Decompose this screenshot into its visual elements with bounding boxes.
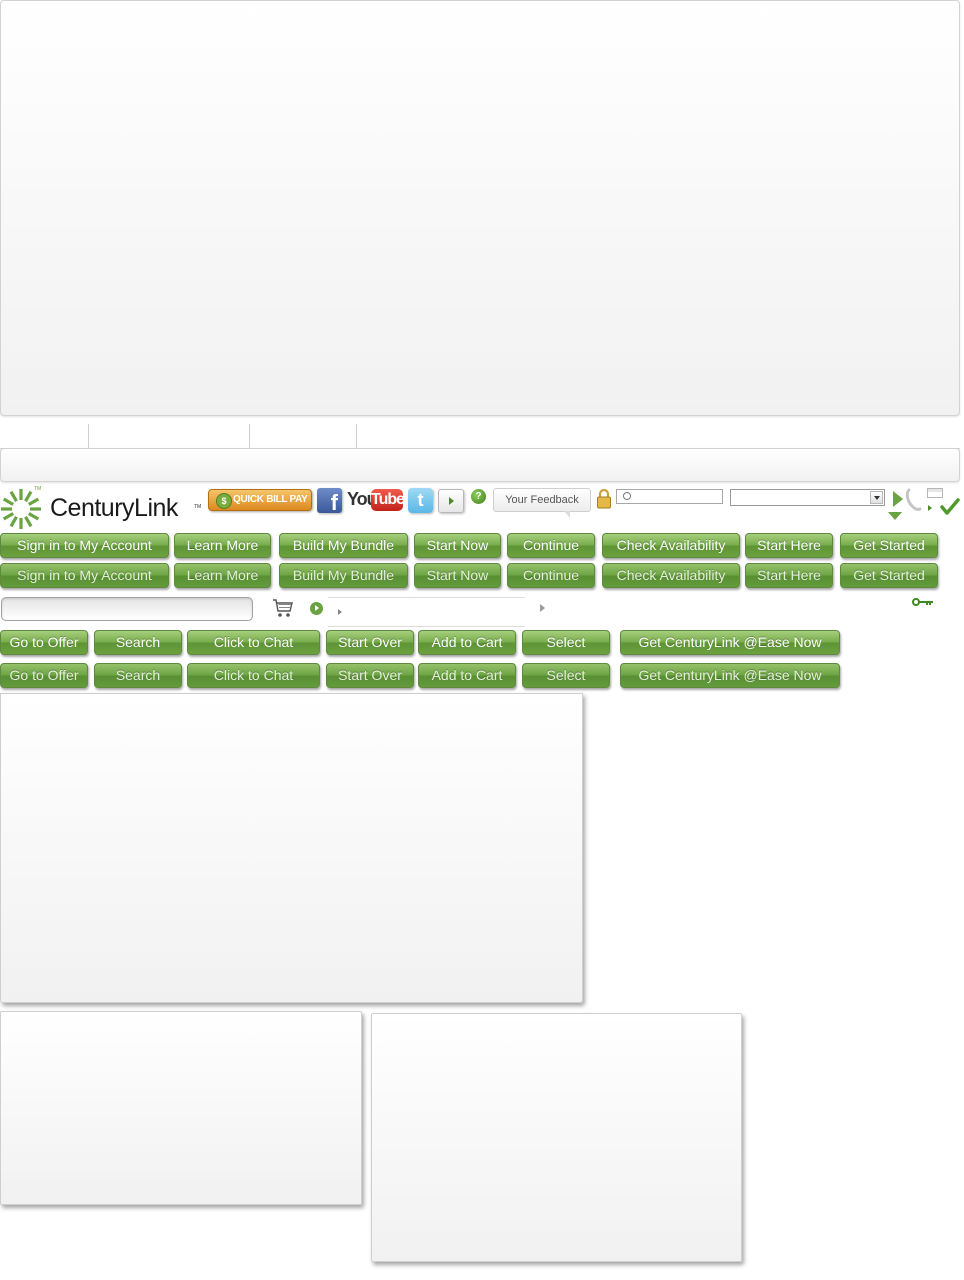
chevron-right-icon — [449, 497, 454, 505]
get-ease-button[interactable]: Get CenturyLink @Ease Now — [620, 630, 840, 655]
tab-content-panel — [0, 448, 960, 482]
green-down-arrow-icon — [888, 512, 902, 520]
breadcrumb-bar — [328, 597, 525, 627]
start-over-button[interactable]: Start Over — [326, 630, 414, 655]
hero-panel — [0, 0, 960, 416]
start-here-button[interactable]: Start Here — [745, 533, 833, 558]
start-now-button-hover[interactable]: Start Now — [414, 563, 501, 588]
arrow-glyph — [315, 605, 319, 611]
get-started-button[interactable]: Get Started — [840, 533, 938, 558]
dollar-coin-icon: $ — [216, 493, 232, 509]
green-arrow-circle-icon[interactable] — [310, 602, 323, 615]
youtube-tube-label: Tube — [371, 489, 405, 511]
help-icon[interactable]: ? — [471, 489, 486, 504]
feedback-button[interactable]: Your Feedback — [493, 488, 591, 518]
header-search-input[interactable] — [616, 489, 723, 504]
checkmark-icon — [940, 498, 960, 515]
tab-divider — [356, 424, 357, 448]
start-here-button-hover[interactable]: Start Here — [745, 563, 833, 588]
content-panel-right — [371, 1013, 742, 1262]
youtube-icon[interactable]: You Tube — [347, 488, 405, 513]
build-my-bundle-button[interactable]: Build My Bundle — [279, 533, 408, 558]
more-social-button[interactable] — [438, 489, 464, 513]
small-play-icon — [928, 505, 932, 511]
content-panel-left — [0, 1011, 362, 1205]
get-ease-button-hover[interactable]: Get CenturyLink @Ease Now — [620, 663, 840, 688]
quick-bill-pay-button[interactable]: $ QUICK BILL PAY — [208, 489, 312, 511]
add-to-cart-button[interactable]: Add to Cart — [418, 630, 516, 655]
search-button-hover[interactable]: Search — [94, 663, 182, 688]
chevron-right-icon[interactable] — [540, 604, 545, 612]
build-my-bundle-button-hover[interactable]: Build My Bundle — [279, 563, 408, 588]
learn-more-button-hover[interactable]: Learn More — [174, 563, 271, 588]
content-panel-large — [0, 693, 583, 1003]
sign-in-button-hover[interactable]: Sign in to My Account — [0, 563, 169, 588]
sign-in-button[interactable]: Sign in to My Account — [0, 533, 169, 558]
brand-mark-tm: TM — [34, 486, 42, 492]
phone-icon — [905, 488, 922, 511]
feedback-label: Your Feedback — [505, 494, 579, 506]
quick-bill-pay-label: QUICK BILL PAY — [233, 494, 308, 505]
magnifier-icon — [623, 492, 631, 500]
click-to-chat-button[interactable]: Click to Chat — [187, 630, 320, 655]
facebook-icon[interactable]: f — [317, 488, 342, 515]
dropdown-arrow-button[interactable] — [870, 491, 883, 504]
brand-name: CenturyLink — [50, 494, 178, 522]
rounded-text-input[interactable] — [1, 597, 253, 621]
key-icon — [912, 598, 933, 606]
tab-divider — [88, 424, 89, 448]
header-select[interactable] — [730, 489, 885, 506]
click-to-chat-button-hover[interactable]: Click to Chat — [187, 663, 320, 688]
chevron-down-icon — [874, 496, 880, 500]
start-over-button-hover[interactable]: Start Over — [326, 663, 414, 688]
speech-tail-icon — [564, 511, 570, 518]
tab-divider — [249, 424, 250, 448]
select-button[interactable]: Select — [522, 630, 610, 655]
twitter-icon[interactable]: t — [408, 488, 433, 513]
breadcrumb-arrow-icon — [338, 609, 342, 615]
start-now-button[interactable]: Start Now — [414, 533, 501, 558]
go-to-offer-button-hover[interactable]: Go to Offer — [0, 663, 88, 688]
get-started-button-hover[interactable]: Get Started — [840, 563, 938, 588]
add-to-cart-button-hover[interactable]: Add to Cart — [418, 663, 516, 688]
brand-tm: TM — [194, 504, 202, 510]
search-button[interactable]: Search — [94, 630, 182, 655]
check-availability-button[interactable]: Check Availability — [602, 533, 740, 558]
twitter-letter: t — [417, 490, 424, 510]
check-availability-button-hover[interactable]: Check Availability — [602, 563, 740, 588]
help-glyph: ? — [475, 491, 482, 502]
tab-strip — [0, 424, 960, 449]
lock-icon — [597, 488, 611, 509]
continue-button[interactable]: Continue — [507, 533, 595, 558]
select-button-hover[interactable]: Select — [522, 663, 610, 688]
play-arrow-icon[interactable] — [893, 491, 903, 507]
window-icon — [927, 488, 943, 498]
continue-button-hover[interactable]: Continue — [507, 563, 595, 588]
centurylink-logo-mark — [1, 489, 41, 529]
facebook-letter: f — [330, 490, 338, 515]
go-to-offer-button[interactable]: Go to Offer — [0, 630, 88, 655]
shopping-cart-icon[interactable] — [272, 598, 294, 618]
learn-more-button[interactable]: Learn More — [174, 533, 271, 558]
